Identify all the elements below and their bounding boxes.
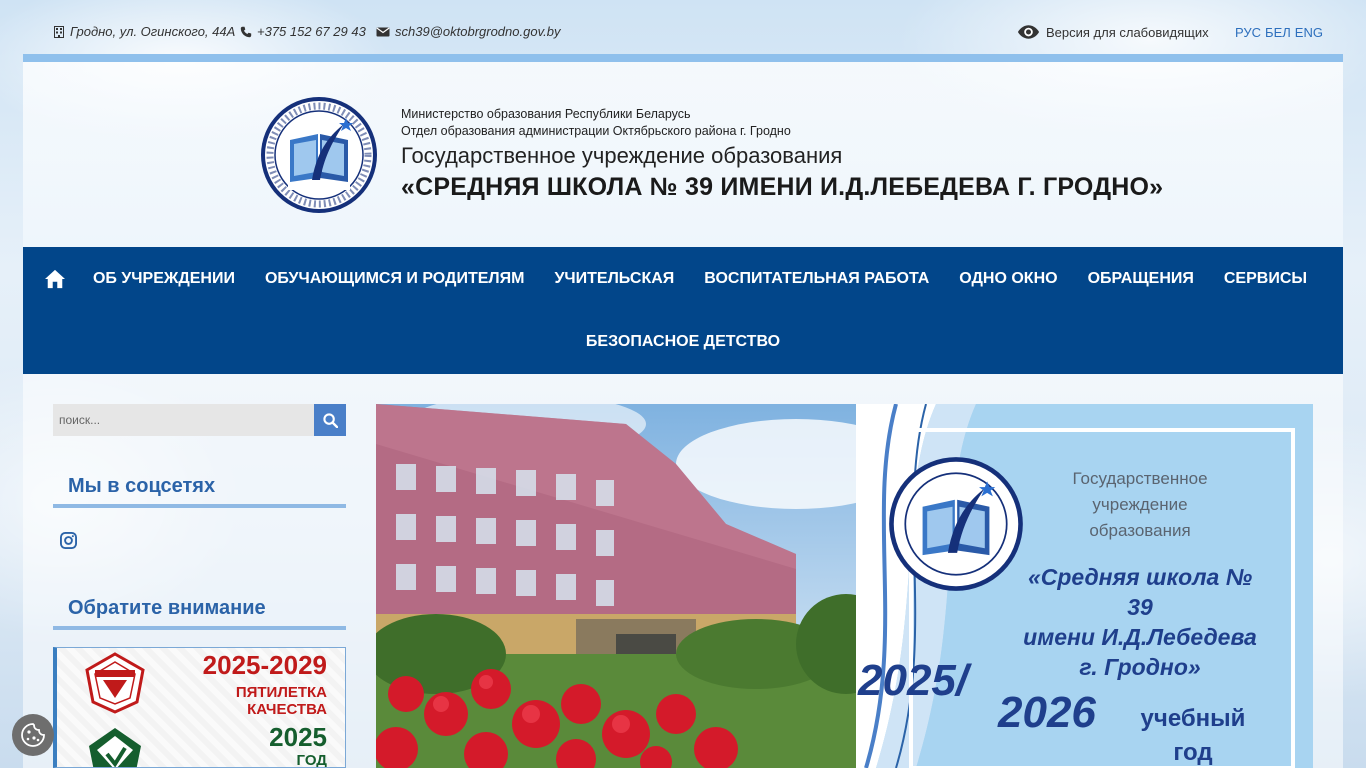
nav-teachers[interactable]: УЧИТЕЛЬСКАЯ xyxy=(539,270,689,288)
nav-appeals[interactable]: ОБРАЩЕНИЯ xyxy=(1073,270,1209,288)
social-widget-title: Мы в соцсетях xyxy=(53,475,346,508)
nav-safe-childhood[interactable]: БЕЗОПАСНОЕ ДЕТСТВО xyxy=(571,333,795,351)
hero-year1: 2025/ xyxy=(858,656,969,705)
banner-line2: КАЧЕСТВА xyxy=(247,701,327,718)
top-bar: Гродно, ул. Огинского, 44А +375 152 67 2… xyxy=(0,0,1366,54)
header-texts: Министерство образования Республики Бела… xyxy=(401,106,1163,204)
phone[interactable]: +375 152 67 29 43 xyxy=(240,24,366,39)
school-name: «СРЕДНЯЯ ШКОЛА № 39 ИМЕНИ И.Д.ЛЕБЕДЕВА Г… xyxy=(401,173,1164,201)
header-strip xyxy=(23,54,1343,62)
lang-bel[interactable]: БЕЛ xyxy=(1265,25,1291,40)
department-text: Отдел образования администрации Октябрьс… xyxy=(401,124,791,138)
hero-name-line1: «Средняя школа № 39 xyxy=(1027,564,1253,620)
low-vision-link[interactable]: Версия для слабовидящих xyxy=(1017,24,1209,40)
search-form xyxy=(53,404,346,436)
banner-line1: ПЯТИЛЕТКА xyxy=(235,684,327,701)
quality-five-year-banner[interactable]: 2025-2029 ПЯТИЛЕТКА КАЧЕСТВА 2025 ГОД xyxy=(53,647,346,768)
hero-year-label-1: учебный xyxy=(1140,705,1246,732)
site-header: Министерство образования Республики Бела… xyxy=(23,62,1343,247)
school-building-photo xyxy=(376,404,876,768)
attention-widget-title: Обратите внимание xyxy=(53,597,346,630)
year-badge xyxy=(89,728,141,767)
building-icon xyxy=(54,25,64,38)
hero-name-line2: имени И.Д.Лебедева xyxy=(1023,624,1257,650)
search-button[interactable] xyxy=(314,404,346,436)
hero-institution-type: Государственное учреждение образования xyxy=(1072,469,1208,540)
lang-eng[interactable]: ENG xyxy=(1295,25,1323,40)
home-icon[interactable] xyxy=(44,269,66,289)
address: Гродно, ул. Огинского, 44А xyxy=(53,24,235,39)
banner-line3: ГОД xyxy=(296,752,327,768)
banner-subtitle: ПЯТИЛЕТКА КАЧЕСТВА xyxy=(236,684,327,718)
nav-students-parents[interactable]: ОБУЧАЮЩИМСЯ И РОДИТЕЛЯМ xyxy=(250,270,539,288)
main-navigation: ОБ УЧРЕЖДЕНИИ ОБУЧАЮЩИМСЯ И РОДИТЕЛЯМ УЧ… xyxy=(23,247,1343,374)
hero-school-logo xyxy=(889,457,1023,591)
email[interactable]: sch39@oktobrgrodno.gov.by xyxy=(376,24,560,39)
ministry-text: Министерство образования Республики Бела… xyxy=(401,107,691,121)
instagram-icon[interactable] xyxy=(60,532,77,549)
address-text: Гродно, ул. Огинского, 44А xyxy=(70,24,236,39)
low-vision-label: Версия для слабовидящих xyxy=(1046,24,1209,40)
hero-year-label-2: год xyxy=(1173,739,1213,766)
email-text: sch39@oktobrgrodno.gov.by xyxy=(395,24,561,39)
hero-year2: 2026 xyxy=(998,688,1096,737)
eye-icon xyxy=(1017,25,1040,39)
institution-type: Государственное учреждение образования xyxy=(401,143,843,168)
phone-icon xyxy=(240,26,252,37)
phone-text: +375 152 67 29 43 xyxy=(257,24,366,39)
search-input[interactable] xyxy=(53,404,314,436)
search-icon xyxy=(322,412,338,428)
cookie-settings-button[interactable] xyxy=(12,714,54,756)
nav-upbringing[interactable]: ВОСПИТАТЕЛЬНАЯ РАБОТА xyxy=(689,270,944,288)
hero-school-name: «Средняя школа № 39 имени И.Д.Лебедева г… xyxy=(1012,562,1268,682)
language-switcher: РУС БЕЛ ENG xyxy=(1235,25,1323,40)
nav-services[interactable]: СЕРВИСЫ xyxy=(1209,270,1322,288)
lang-rus[interactable]: РУС xyxy=(1235,25,1261,40)
cookie-icon xyxy=(21,723,45,747)
banner-years: 2025-2029 xyxy=(202,650,327,680)
hero-slider[interactable]: Государственное учреждение образования «… xyxy=(376,404,1313,768)
envelope-icon xyxy=(376,27,390,36)
hero-year-label: учебный год xyxy=(1128,702,1258,768)
belarus-quality-badge xyxy=(85,652,145,714)
school-logo[interactable] xyxy=(260,96,378,214)
nav-one-window[interactable]: ОДНО ОКНО xyxy=(944,270,1072,288)
banner-year2: 2025 xyxy=(269,722,327,752)
nav-about[interactable]: ОБ УЧРЕЖДЕНИИ xyxy=(78,270,250,288)
hero-name-line3: г. Гродно» xyxy=(1079,654,1201,680)
content-area: Мы в соцсетях Обратите внимание 2025-202… xyxy=(23,374,1343,768)
